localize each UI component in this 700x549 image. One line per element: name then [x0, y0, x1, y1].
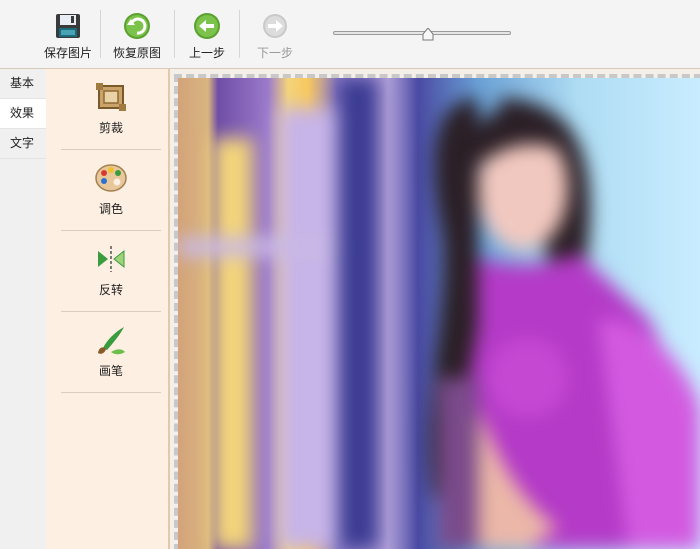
color-adjust-label: 调色 — [98, 202, 123, 216]
zoom-slider[interactable] — [333, 27, 511, 41]
undo-button[interactable]: 上一步 — [182, 6, 232, 64]
palette-icon — [93, 150, 129, 196]
toolbar-divider — [239, 10, 240, 58]
tab-basic[interactable]: 基本 — [0, 69, 46, 99]
save-button-label: 保存图片 — [43, 46, 92, 60]
brush-tool[interactable]: 画笔 — [61, 312, 161, 393]
restore-original-button[interactable]: 恢复原图 — [109, 6, 165, 64]
undo-button-label: 上一步 — [188, 46, 225, 60]
slider-thumb[interactable] — [422, 27, 434, 41]
redo-button-label: 下一步 — [256, 46, 293, 60]
flip-tool[interactable]: 反转 — [61, 231, 161, 312]
image-canvas[interactable] — [170, 69, 700, 549]
arrow-right-icon — [260, 11, 290, 41]
toolbar-divider — [100, 10, 101, 58]
category-tabs: 基本 效果 文字 — [0, 69, 47, 549]
crop-label: 剪裁 — [98, 121, 123, 135]
toolbar-divider — [174, 10, 175, 58]
crop-icon — [93, 69, 129, 115]
crop-tool[interactable]: 剪裁 — [61, 69, 161, 150]
brush-label: 画笔 — [98, 364, 123, 378]
tool-panel: 剪裁 调色 反转 画笔 — [46, 69, 170, 549]
redo-button[interactable]: 下一步 — [250, 6, 300, 64]
save-button[interactable]: 保存图片 — [40, 6, 96, 64]
save-icon — [53, 11, 83, 41]
arrow-left-icon — [192, 11, 222, 41]
restore-button-label: 恢复原图 — [112, 46, 161, 60]
color-adjust-tool[interactable]: 调色 — [61, 150, 161, 231]
edited-photo — [178, 78, 700, 549]
brush-icon — [93, 312, 129, 358]
restore-icon — [122, 11, 152, 41]
toolbar: 保存图片 恢复原图 上一步 下一步 — [0, 0, 700, 69]
tab-text[interactable]: 文字 — [0, 129, 46, 159]
flip-label: 反转 — [98, 283, 123, 297]
tab-effects[interactable]: 效果 — [0, 99, 47, 129]
flip-icon — [93, 231, 129, 277]
